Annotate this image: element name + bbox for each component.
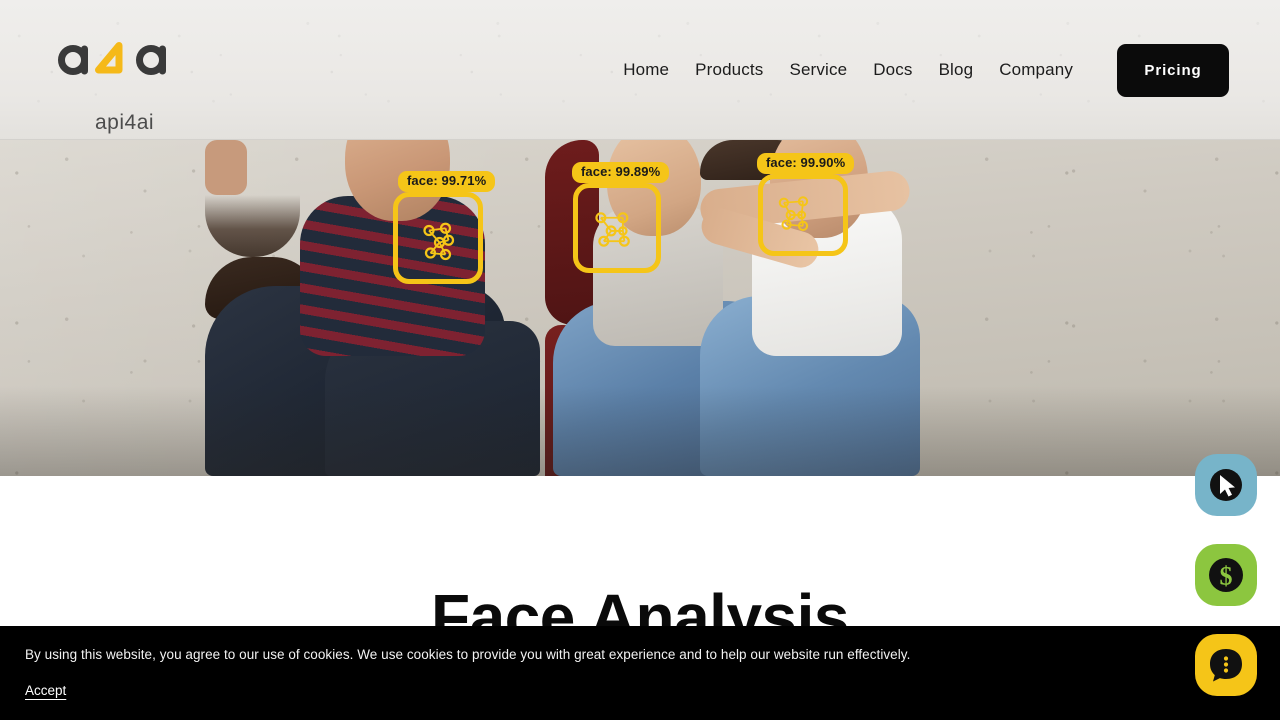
- face-landmarks-icon: [778, 196, 809, 232]
- fab-demo-button[interactable]: [1195, 454, 1257, 516]
- main-navigation: Home Products Service Docs Blog Company: [623, 0, 1073, 140]
- site-logo[interactable]: api4ai: [50, 34, 190, 134]
- cursor-pointer-icon: [1210, 469, 1242, 501]
- cookie-banner-text: By using this website, you agree to our …: [25, 647, 911, 662]
- page-root: api4ai Home Products Service Docs Blog C…: [0, 0, 1280, 720]
- pricing-button[interactable]: Pricing: [1117, 44, 1229, 97]
- face-landmarks-icon: [595, 212, 630, 247]
- logo-mark-a4a-icon: [58, 42, 166, 76]
- nav-item-service[interactable]: Service: [789, 60, 847, 80]
- hero-image: face: 99.71% face: 99.89% face: 99.90%: [0, 140, 1280, 476]
- face-confidence-label: face: 99.90%: [757, 153, 855, 175]
- fab-pricing-button[interactable]: $: [1195, 544, 1257, 606]
- nav-item-company[interactable]: Company: [999, 60, 1073, 80]
- nav-item-products[interactable]: Products: [695, 60, 763, 80]
- fab-chat-button[interactable]: [1195, 634, 1257, 696]
- logo-wordmark: api4ai: [95, 111, 155, 134]
- svg-text:$: $: [1220, 562, 1233, 591]
- nav-item-blog[interactable]: Blog: [939, 60, 974, 80]
- site-header: api4ai Home Products Service Docs Blog C…: [0, 0, 1280, 140]
- cookie-consent-banner: By using this website, you agree to our …: [0, 626, 1280, 720]
- face-landmarks-icon: [423, 222, 455, 261]
- chat-bubble-icon: [1210, 649, 1242, 682]
- photo-vignette: [0, 386, 1280, 476]
- face-confidence-label: face: 99.71%: [398, 171, 496, 193]
- cookie-accept-button[interactable]: Accept: [25, 683, 66, 698]
- nav-item-docs[interactable]: Docs: [873, 60, 912, 80]
- dollar-sign-icon: $: [1209, 558, 1243, 592]
- nav-item-home[interactable]: Home: [623, 60, 669, 80]
- face-confidence-label: face: 99.89%: [572, 162, 670, 184]
